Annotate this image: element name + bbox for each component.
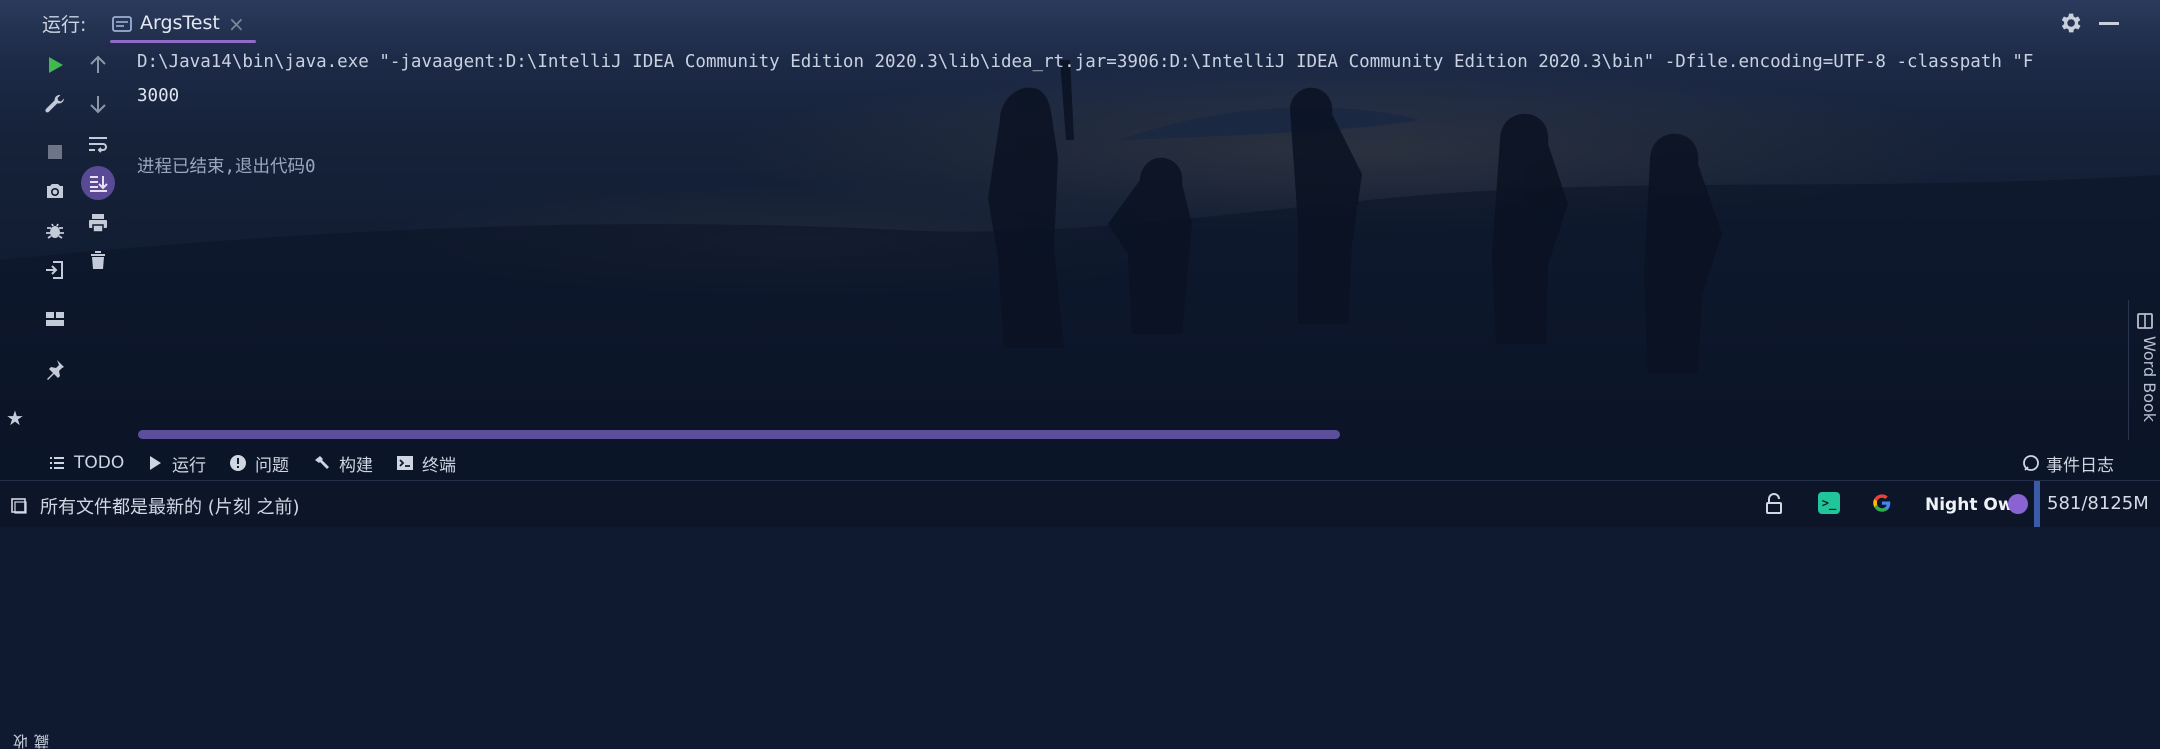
debug-exit-button[interactable] — [40, 216, 70, 246]
tool-window-label: 问题 — [255, 455, 289, 476]
edit-configuration-button[interactable] — [40, 89, 70, 119]
event-log-label: 事件日志 — [2046, 455, 2114, 476]
stop-icon — [48, 145, 62, 159]
window-toggle-icon[interactable] — [10, 497, 28, 515]
google-icon[interactable] — [1871, 492, 1893, 514]
scroll-to-end-icon — [90, 176, 108, 192]
scroll-up-button[interactable] — [83, 50, 113, 80]
horizontal-scrollbar[interactable] — [138, 430, 1340, 439]
tab-title: ArgsTest — [140, 12, 220, 34]
tool-window-label: 终端 — [422, 455, 456, 476]
pin-icon — [47, 360, 64, 380]
soft-wrap-button[interactable] — [83, 129, 113, 159]
stop-button[interactable] — [40, 137, 70, 167]
scroll-to-end-button[interactable] — [81, 166, 115, 200]
layout-button[interactable] — [40, 304, 70, 334]
event-log-button[interactable]: 事件日志 — [2022, 450, 2114, 476]
terminal-plugin-icon[interactable]: >_ — [1818, 492, 1840, 514]
exit-icon — [46, 261, 63, 279]
list-icon — [50, 457, 64, 469]
memory-usage[interactable]: 581/8125M — [2047, 493, 2149, 514]
wrap-icon — [89, 137, 107, 153]
tool-window-label: 构建 — [339, 455, 373, 476]
arrow-down-icon — [90, 96, 106, 114]
run-panel-label: 运行: — [42, 14, 87, 36]
run-title-bar: 运行: ArgsTest × — [0, 0, 2160, 46]
word-book-tool-window[interactable]: Word Book — [2140, 336, 2159, 422]
console-exit-message: 进程已结束,退出代码0 — [137, 157, 316, 177]
wrench-icon — [45, 94, 64, 113]
star-icon: ★ — [6, 406, 24, 430]
play-icon — [49, 57, 63, 73]
rerun-button[interactable] — [40, 50, 70, 80]
bug-icon — [46, 223, 64, 239]
theme-color-indicator[interactable] — [2008, 494, 2028, 514]
memory-indicator-bar — [2034, 481, 2040, 527]
tool-window-label: 运行 — [172, 455, 206, 476]
print-button[interactable] — [83, 208, 113, 238]
lock-icon[interactable] — [1764, 493, 1784, 515]
hammer-icon — [315, 456, 329, 469]
console-tab-icon — [112, 16, 132, 32]
status-bar: 所有文件都是最新的 (片刻 之前) >_ Night Owl 581/8125M — [0, 480, 2160, 527]
layout-icon — [46, 312, 64, 326]
book-icon — [2137, 313, 2153, 329]
info-icon — [230, 455, 246, 471]
close-icon[interactable]: × — [228, 12, 245, 36]
trash-icon — [91, 251, 105, 269]
tool-window-build[interactable]: 构建 — [313, 450, 373, 476]
restore-layout-button[interactable] — [40, 255, 70, 285]
active-tab-indicator — [110, 40, 256, 43]
minimize-icon[interactable] — [2099, 22, 2119, 25]
tool-window-bar: TODO 运行 问题 构建 终端 事件日志 — [0, 446, 2160, 480]
play-icon — [150, 456, 161, 470]
scroll-down-button[interactable] — [83, 89, 113, 119]
status-message: 所有文件都是最新的 (片刻 之前) — [40, 497, 300, 518]
printer-icon — [89, 214, 107, 233]
tool-window-terminal[interactable]: 终端 — [396, 450, 456, 476]
tool-window-problems[interactable]: 问题 — [229, 450, 289, 476]
pin-tab-button[interactable] — [40, 354, 70, 384]
favorites-label: 收藏 — [12, 734, 51, 749]
camera-icon — [47, 184, 63, 198]
tab-argstest[interactable]: ArgsTest × — [110, 4, 256, 44]
gear-icon[interactable] — [2057, 10, 2083, 36]
console-output-line: 3000 — [137, 86, 180, 106]
tool-window-todo[interactable]: TODO — [48, 450, 124, 476]
console-command-line: D:\Java14\bin\java.exe "-javaagent:D:\In… — [137, 52, 2034, 72]
terminal-icon — [397, 456, 413, 470]
chat-bubble-icon — [2023, 455, 2039, 471]
tool-window-run[interactable]: 运行 — [146, 450, 206, 476]
clear-all-button[interactable] — [83, 245, 113, 275]
tool-window-label: TODO — [74, 453, 125, 473]
dump-threads-button[interactable] — [40, 176, 70, 206]
arrow-up-icon — [90, 55, 106, 73]
theme-name[interactable]: Night Owl — [1925, 495, 2019, 515]
